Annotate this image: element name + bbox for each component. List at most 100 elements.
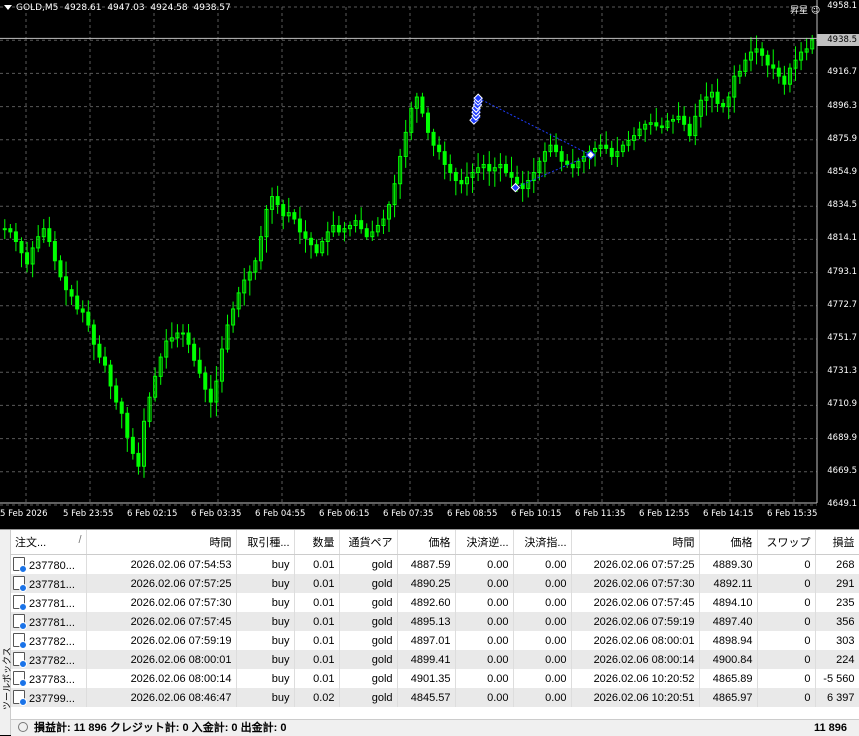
table-row[interactable]: 237782...2026.02.06 07:59:19buy0.01gold4… — [11, 631, 859, 650]
table-cell: 2026.02.06 07:57:30 — [571, 574, 699, 593]
table-cell: 2026.02.06 07:57:45 — [571, 593, 699, 612]
table-cell: 0.01 — [294, 593, 339, 612]
col-volume[interactable]: 数量 — [294, 530, 339, 555]
table-cell: 6 397 — [815, 688, 859, 707]
table-cell: 4895.13 — [397, 612, 455, 631]
table-row[interactable]: 237799...2026.02.06 08:46:47buy0.02gold4… — [11, 688, 859, 707]
table-cell: 0.00 — [455, 669, 513, 688]
table-cell: 0.00 — [455, 612, 513, 631]
col-symbol[interactable]: 通貨ペア — [339, 530, 397, 555]
time-tick-label: 6 Feb 10:15 — [511, 509, 561, 519]
table-cell: 0 — [757, 688, 815, 707]
table-cell: 0 — [757, 650, 815, 669]
table-cell: 0.01 — [294, 574, 339, 593]
table-cell: -5 560 — [815, 669, 859, 688]
time-tick-label: 6 Feb 06:15 — [319, 509, 369, 519]
candle-body — [181, 333, 184, 334]
table-header: 注文... / 時間 取引種... 数量 通貨ペア 価格 決済逆... 決済指.… — [11, 530, 859, 555]
price-chart[interactable]: GOLD,M5 4928.61 4947.03 4924.58 4938.57 … — [0, 0, 859, 528]
col-open-price[interactable]: 価格 — [397, 530, 455, 555]
smiley-icon[interactable]: ☺ — [811, 6, 820, 16]
time-tick-label: 5 Feb 2026 — [0, 509, 48, 519]
summary-text: 損益計: 11 896 クレジット計: 0 入金計: 0 出金計: 0 — [34, 722, 286, 734]
chevron-down-icon[interactable] — [4, 5, 12, 10]
table-cell: gold — [339, 669, 397, 688]
col-take-profit[interactable]: 決済指... — [513, 530, 571, 555]
table-cell: buy — [236, 574, 294, 593]
table-row[interactable]: 237781...2026.02.06 07:57:45buy0.01gold4… — [11, 612, 859, 631]
order-icon — [13, 614, 25, 628]
table-row[interactable]: 237781...2026.02.06 07:57:30buy0.01gold4… — [11, 593, 859, 612]
candle-body — [26, 253, 29, 264]
table-cell: 237783... — [11, 669, 86, 688]
col-type[interactable]: 取引種... — [236, 530, 294, 555]
col-stop-loss[interactable]: 決済逆... — [455, 530, 513, 555]
price-tick-label: 4772.7 — [827, 300, 857, 310]
chart-canvas[interactable] — [0, 0, 859, 528]
table-cell: 0.00 — [455, 650, 513, 669]
candle-body — [9, 229, 12, 232]
table-cell: buy — [236, 593, 294, 612]
candle-body — [48, 229, 51, 242]
toolbox-side-strip[interactable]: ツールボックス — [0, 530, 11, 735]
candle-body — [59, 261, 62, 277]
col-open-time[interactable]: 時間 — [86, 530, 236, 555]
price-tick-label: 4751.7 — [827, 333, 857, 343]
table-cell: 2026.02.06 08:46:47 — [86, 688, 236, 707]
table-row[interactable]: 237782...2026.02.06 08:00:01buy0.01gold4… — [11, 650, 859, 669]
table-cell: buy — [236, 650, 294, 669]
table-cell: 2026.02.06 08:00:14 — [571, 650, 699, 669]
candle-body — [571, 164, 574, 167]
candle-body — [304, 232, 307, 238]
candle-body — [610, 148, 613, 156]
table-cell: 0.00 — [455, 631, 513, 650]
table-cell: 0.01 — [294, 555, 339, 575]
candle-body — [53, 242, 56, 261]
table-cell: 237780... — [11, 555, 86, 575]
table-cell: 0.01 — [294, 612, 339, 631]
high-price: 4947.03 — [107, 3, 144, 13]
price-tick-label: 4669.5 — [827, 466, 857, 476]
candle-body — [120, 402, 123, 413]
table-row[interactable]: 237783...2026.02.06 08:00:14buy0.01gold4… — [11, 669, 859, 688]
candle-body — [293, 213, 296, 219]
time-tick-label: 6 Feb 03:35 — [191, 509, 241, 519]
table-cell: 2026.02.06 07:59:19 — [571, 612, 699, 631]
table-cell: 291 — [815, 574, 859, 593]
col-order[interactable]: 注文... / — [11, 530, 86, 555]
col-profit[interactable]: 損益 — [815, 530, 859, 555]
chart-header: GOLD,M5 4928.61 4947.03 4924.58 4938.57 — [4, 3, 234, 13]
table-cell: 237781... — [11, 612, 86, 631]
table-cell: 0.00 — [513, 555, 571, 575]
col-swap[interactable]: スワップ — [757, 530, 815, 555]
col-close-time[interactable]: 時間 — [571, 530, 699, 555]
candle-body — [70, 290, 73, 296]
table-cell: 4892.60 — [397, 593, 455, 612]
corner-icons: 昇星 ☺ — [790, 3, 820, 16]
toolbox-panel: ツールボックス 注文... / 時間 取引種... 数量 通貨ペア 価格 決済逆… — [0, 529, 859, 735]
col-close-price[interactable]: 価格 — [699, 530, 757, 555]
candle-body — [204, 373, 207, 389]
time-tick-label: 6 Feb 02:15 — [127, 509, 177, 519]
history-table: 注文... / 時間 取引種... 数量 通貨ペア 価格 決済逆... 決済指.… — [11, 530, 859, 707]
table-cell: 0 — [757, 593, 815, 612]
table-cell: 2026.02.06 07:57:30 — [86, 593, 236, 612]
candle-body — [655, 123, 658, 126]
candle-body — [761, 49, 764, 55]
status-circle-icon — [18, 722, 28, 732]
candle-body — [198, 360, 201, 373]
table-cell: 2026.02.06 07:57:25 — [86, 574, 236, 593]
table-cell: buy — [236, 669, 294, 688]
table-cell: 0 — [757, 555, 815, 575]
table-row[interactable]: 237780...2026.02.06 07:54:53buy0.01gold4… — [11, 555, 859, 575]
order-icon — [13, 652, 25, 666]
order-icon — [13, 671, 25, 685]
table-cell: 4900.84 — [699, 650, 757, 669]
candle-body — [777, 68, 780, 76]
table-row[interactable]: 237781...2026.02.06 07:57:25buy0.01gold4… — [11, 574, 859, 593]
time-tick-label: 6 Feb 08:55 — [447, 509, 497, 519]
table-cell: 4897.01 — [397, 631, 455, 650]
candle-body — [488, 164, 491, 170]
order-icon — [13, 690, 25, 704]
table-cell: 0 — [757, 669, 815, 688]
